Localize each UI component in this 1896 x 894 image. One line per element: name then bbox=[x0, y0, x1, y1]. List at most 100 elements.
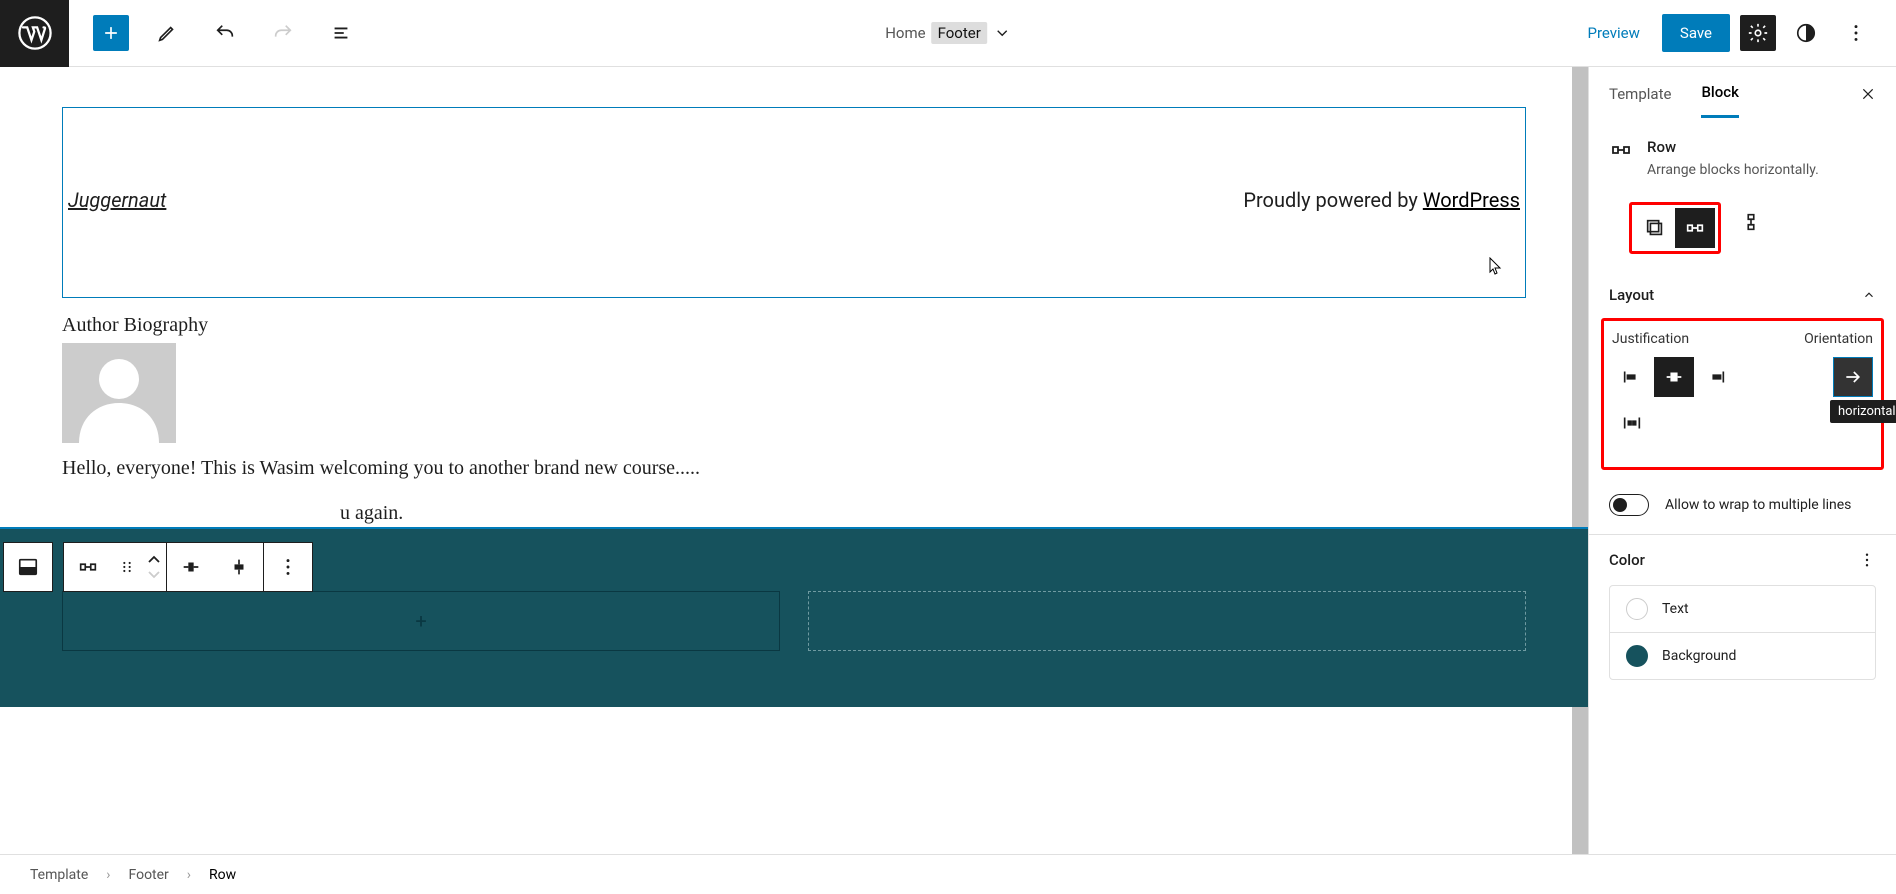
block-breadcrumb: Template › Footer › Row bbox=[0, 854, 1896, 894]
color-panel-title: Color bbox=[1609, 551, 1645, 569]
close-sidebar-button[interactable] bbox=[1860, 86, 1876, 116]
pencil-icon bbox=[156, 22, 178, 44]
toolbar-left-group bbox=[69, 13, 361, 53]
author-avatar[interactable] bbox=[62, 343, 176, 443]
edit-tool-button[interactable] bbox=[147, 13, 187, 53]
background-color-swatch bbox=[1626, 645, 1648, 667]
drag-handle[interactable] bbox=[112, 543, 142, 591]
color-list: Text Background bbox=[1609, 585, 1876, 680]
kebab-icon bbox=[1858, 551, 1876, 569]
layout-panel-title: Layout bbox=[1609, 286, 1654, 304]
settings-sidebar: Template Block Row Arrange blocks horizo… bbox=[1588, 67, 1896, 854]
location-home: Home bbox=[885, 24, 925, 42]
color-background-item[interactable]: Background bbox=[1610, 632, 1875, 679]
justify-space-between-icon bbox=[1621, 412, 1643, 434]
toolbar-right-group: Preview Save bbox=[1576, 13, 1896, 53]
tab-block[interactable]: Block bbox=[1701, 83, 1738, 118]
editor-canvas[interactable]: Juggernaut Proudly powered by WordPress … bbox=[0, 67, 1588, 854]
justify-button[interactable] bbox=[167, 543, 215, 591]
drag-icon bbox=[119, 559, 135, 575]
justify-left-button[interactable] bbox=[1612, 357, 1652, 397]
justify-center-button[interactable] bbox=[1654, 357, 1694, 397]
styles-button[interactable] bbox=[1786, 13, 1826, 53]
align-button[interactable] bbox=[215, 543, 263, 591]
gear-icon bbox=[1747, 22, 1769, 44]
save-button[interactable]: Save bbox=[1662, 14, 1730, 52]
variation-group-button[interactable] bbox=[1635, 208, 1675, 248]
chevron-up-icon bbox=[148, 554, 160, 564]
undo-icon bbox=[214, 22, 236, 44]
justification-group: Justification bbox=[1612, 331, 1736, 449]
toolbar-main-group bbox=[63, 542, 313, 592]
block-info: Row Arrange blocks horizontally. bbox=[1589, 118, 1896, 198]
empty-column-placeholder[interactable] bbox=[808, 591, 1526, 651]
block-title: Row bbox=[1647, 138, 1819, 156]
variation-row-button[interactable] bbox=[1675, 208, 1715, 248]
justify-center-icon bbox=[1663, 366, 1685, 388]
justification-label: Justification bbox=[1612, 331, 1736, 347]
breadcrumb-separator: › bbox=[106, 867, 110, 883]
breadcrumb-footer[interactable]: Footer bbox=[128, 867, 168, 883]
color-text-label: Text bbox=[1662, 601, 1689, 617]
list-view-button[interactable] bbox=[321, 13, 361, 53]
group-icon bbox=[1644, 217, 1666, 239]
author-biography-heading[interactable]: Author Biography bbox=[62, 314, 1526, 337]
canvas-content: Juggernaut Proudly powered by WordPress … bbox=[0, 67, 1588, 707]
add-block-button[interactable] bbox=[93, 15, 129, 51]
align-center-vertical-icon bbox=[228, 556, 250, 578]
justify-right-button[interactable] bbox=[1696, 357, 1736, 397]
block-type-button[interactable] bbox=[64, 543, 112, 591]
select-parent-button[interactable] bbox=[4, 543, 52, 591]
justify-left-icon bbox=[1621, 366, 1643, 388]
scrollbar-thumb-lower[interactable] bbox=[1572, 699, 1588, 854]
highlight-variation bbox=[1629, 202, 1721, 254]
orientation-horizontal-button[interactable]: horizontal bbox=[1833, 357, 1873, 397]
cursor-pointer-icon bbox=[1489, 257, 1503, 275]
close-icon bbox=[1860, 86, 1876, 102]
breadcrumb-template[interactable]: Template bbox=[30, 867, 88, 883]
move-down-button[interactable] bbox=[148, 567, 160, 583]
plus-glyph: + bbox=[415, 609, 426, 633]
site-title-link[interactable]: Juggernaut bbox=[68, 188, 166, 212]
wrap-toggle[interactable] bbox=[1609, 494, 1649, 516]
redo-button[interactable] bbox=[263, 13, 303, 53]
variation-stack-button[interactable] bbox=[1731, 202, 1771, 242]
kebab-icon bbox=[277, 556, 299, 578]
justify-space-between-button[interactable] bbox=[1612, 403, 1652, 443]
add-block-placeholder[interactable]: + bbox=[62, 591, 780, 651]
wrap-toggle-row: Allow to wrap to multiple lines bbox=[1589, 488, 1896, 535]
wordpress-icon bbox=[18, 16, 52, 50]
arrow-right-icon bbox=[1843, 367, 1863, 387]
wordpress-link[interactable]: WordPress bbox=[1423, 188, 1520, 212]
wordpress-logo-button[interactable] bbox=[0, 0, 69, 67]
color-panel-more-button[interactable] bbox=[1858, 551, 1876, 569]
move-arrows bbox=[142, 543, 166, 591]
template-part-icon bbox=[17, 556, 39, 578]
orientation-tooltip: horizontal bbox=[1830, 400, 1896, 423]
color-panel: Color Text Background bbox=[1589, 535, 1896, 696]
move-up-button[interactable] bbox=[148, 551, 160, 567]
powered-prefix: Proudly powered by bbox=[1243, 188, 1422, 212]
justify-center-icon bbox=[180, 556, 202, 578]
author-bio-paragraph[interactable]: Hello, everyone! This is Wasim welcoming… bbox=[62, 457, 1526, 480]
chevron-down-icon bbox=[993, 24, 1011, 42]
orientation-group: Orientation horizontal bbox=[1804, 331, 1873, 449]
block-toolbar bbox=[3, 542, 313, 592]
color-text-item[interactable]: Text bbox=[1610, 586, 1875, 632]
block-more-button[interactable] bbox=[264, 543, 312, 591]
preview-button[interactable]: Preview bbox=[1576, 16, 1652, 50]
row-icon bbox=[1684, 217, 1706, 239]
highlight-layout-controls: Justification Orientation bbox=[1601, 318, 1884, 470]
settings-button[interactable] bbox=[1740, 15, 1776, 51]
document-location[interactable]: Home Footer bbox=[885, 22, 1011, 44]
undo-button[interactable] bbox=[205, 13, 245, 53]
color-background-label: Background bbox=[1662, 648, 1736, 664]
wrap-toggle-label: Allow to wrap to multiple lines bbox=[1665, 497, 1851, 513]
tab-template[interactable]: Template bbox=[1609, 85, 1671, 117]
plus-icon bbox=[101, 23, 121, 43]
row-icon bbox=[1609, 138, 1633, 162]
layout-panel-header[interactable]: Layout bbox=[1589, 272, 1896, 318]
row-block-selected[interactable]: Juggernaut Proudly powered by WordPress bbox=[62, 107, 1526, 298]
breadcrumb-row[interactable]: Row bbox=[209, 867, 236, 883]
more-menu-button[interactable] bbox=[1836, 13, 1876, 53]
